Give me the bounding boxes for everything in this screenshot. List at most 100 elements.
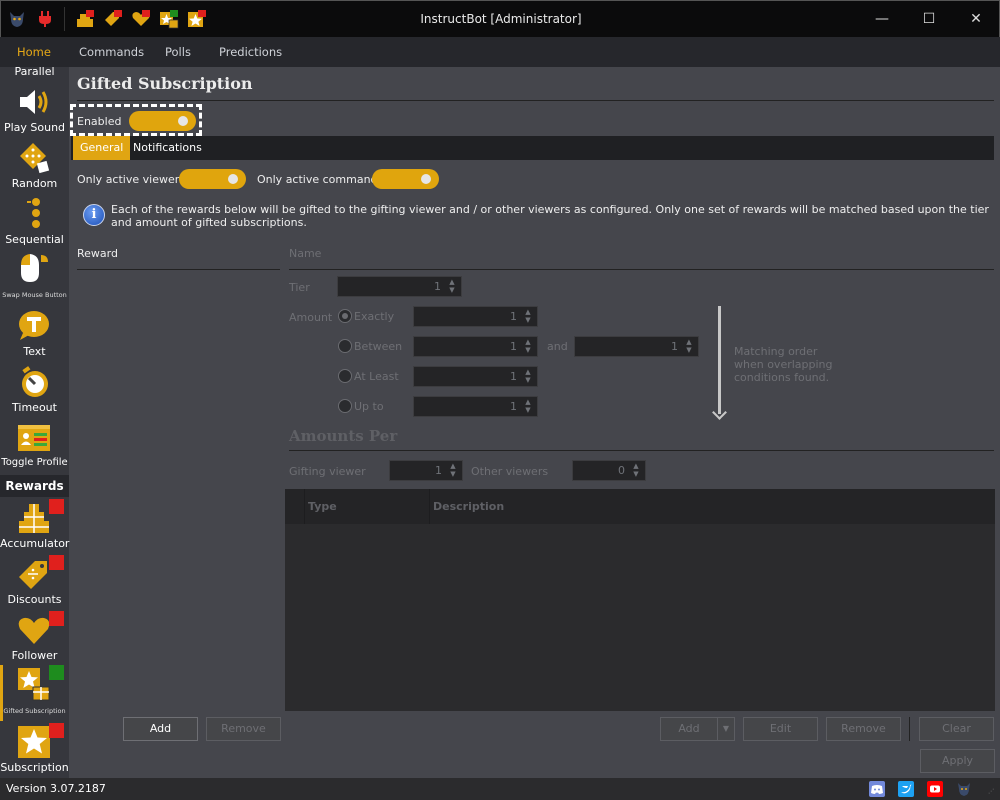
toggle-knob — [228, 174, 238, 184]
between-max-spinner[interactable]: 1 ▲ ▼ — [574, 336, 699, 357]
sidebar-item-parallel[interactable]: Parallel — [0, 65, 69, 78]
status-badge-red — [49, 723, 64, 738]
heart-icon — [18, 617, 50, 644]
sidebar-item-timeout[interactable]: Timeout — [0, 365, 69, 417]
gifting-viewer-spinner[interactable]: 1 ▲ ▼ — [389, 460, 463, 481]
up-to-value: 1 — [510, 400, 517, 413]
tier-spinner[interactable]: 1 ▲ ▼ — [337, 276, 462, 297]
column-type[interactable]: Type — [308, 500, 337, 513]
title-bar: InstructBot [Administrator] — ☐ ✕ — [0, 0, 1000, 37]
spinner-arrows-icon[interactable]: ▲ ▼ — [523, 398, 533, 414]
profile-toggle-icon — [18, 425, 50, 451]
close-button[interactable]: ✕ — [963, 7, 989, 31]
sidebar-item-gifted-subscription[interactable]: Gifted Subscription — [0, 665, 69, 721]
spinner-arrows-icon[interactable]: ▲ ▼ — [523, 368, 533, 384]
status-badge-red — [49, 611, 64, 626]
spinner-arrows-icon[interactable]: ▲ ▼ — [523, 308, 533, 324]
sidebar-item-random[interactable]: Random — [0, 141, 69, 193]
spinner-arrows-icon[interactable]: ▲ ▼ — [684, 338, 694, 354]
sidebar-label: Toggle Profile — [1, 457, 68, 468]
version-text: Version 3.07.2187 — [6, 782, 106, 795]
menu-commands[interactable]: Commands — [79, 45, 144, 59]
enabled-toggle[interactable] — [129, 111, 196, 131]
at-least-spinner[interactable]: 1 ▲ ▼ — [413, 366, 538, 387]
amount-label: Amount — [289, 311, 333, 324]
exactly-radio[interactable] — [338, 309, 352, 323]
sidebar-label: Swap Mouse Button — [2, 291, 67, 299]
reward-remove-button[interactable]: Remove — [206, 717, 281, 741]
tier-value: 1 — [434, 280, 441, 293]
tab-notifications[interactable]: Notifications — [126, 136, 209, 160]
star-icon — [18, 726, 50, 758]
reward-list[interactable] — [77, 272, 280, 710]
star-gift-icon — [18, 668, 50, 701]
other-viewers-spinner[interactable]: 0 ▲ ▼ — [572, 460, 646, 481]
tab-general[interactable]: General — [73, 136, 131, 160]
item-edit-button[interactable]: Edit — [743, 717, 818, 741]
sidebar-item-accumulator[interactable]: Accumulator — [0, 499, 69, 553]
column-divider — [304, 489, 305, 524]
button-separator — [909, 717, 910, 741]
menu-home[interactable]: Home — [17, 45, 51, 59]
sidebar[interactable]: Parallel Play Sound Random Sequential Sw… — [0, 65, 69, 778]
item-add-button[interactable]: Add — [660, 717, 718, 741]
spinner-arrows-icon[interactable]: ▲ ▼ — [448, 462, 458, 478]
bot-logo-icon[interactable] — [956, 781, 972, 797]
name-label: Name — [289, 247, 322, 260]
discord-icon[interactable] — [869, 781, 885, 797]
item-remove-button[interactable]: Remove — [826, 717, 901, 741]
amounts-per-title: Amounts Per — [289, 427, 398, 445]
sidebar-item-text[interactable]: Text — [0, 309, 69, 361]
sidebar-item-swap-mouse-button[interactable]: Swap Mouse Button — [0, 251, 69, 303]
rewards-grid[interactable]: Type Description — [285, 489, 995, 711]
up-to-radio[interactable] — [338, 399, 352, 413]
and-label: and — [547, 340, 568, 353]
status-badge-red — [49, 555, 64, 570]
sidebar-item-play-sound[interactable]: Play Sound — [0, 85, 69, 137]
sidebar-item-follower[interactable]: Follower — [0, 611, 69, 665]
sidebar-item-discounts[interactable]: Discounts — [0, 555, 69, 609]
sidebar-item-toggle-profile[interactable]: Toggle Profile — [0, 421, 69, 473]
sidebar-label: Discounts — [7, 593, 62, 606]
resize-grip-icon[interactable]: ⋰ — [988, 789, 996, 798]
menu-polls[interactable]: Polls — [165, 45, 191, 59]
sidebar-label: Timeout — [12, 401, 57, 414]
clear-button[interactable]: Clear — [919, 717, 994, 741]
sidebar-label: Text — [23, 345, 46, 358]
minimize-button[interactable]: — — [869, 7, 895, 31]
sequence-icon — [27, 198, 40, 228]
menu-predictions[interactable]: Predictions — [219, 45, 282, 59]
exactly-spinner[interactable]: 1 ▲ ▼ — [413, 306, 538, 327]
between-radio[interactable] — [338, 339, 352, 353]
column-description[interactable]: Description — [433, 500, 504, 513]
twitter-icon[interactable] — [898, 781, 914, 797]
only-active-commands-label: Only active commands — [257, 173, 384, 186]
up-to-label: Up to — [354, 400, 384, 413]
name-divider — [289, 269, 994, 270]
sidebar-item-sequential[interactable]: Sequential — [0, 197, 69, 249]
only-active-commands-toggle[interactable] — [372, 169, 439, 189]
rewards-header: Rewards — [0, 475, 69, 497]
exactly-value: 1 — [510, 310, 517, 323]
gifts-icon — [19, 504, 49, 533]
spinner-arrows-icon[interactable]: ▲ ▼ — [523, 338, 533, 354]
up-to-spinner[interactable]: 1 ▲ ▼ — [413, 396, 538, 417]
item-add-dropdown-icon[interactable]: ▼ — [717, 717, 735, 741]
at-least-radio[interactable] — [338, 369, 352, 383]
maximize-button[interactable]: ☐ — [916, 7, 942, 31]
spinner-arrows-icon[interactable]: ▲ ▼ — [447, 278, 457, 294]
sidebar-item-subscription[interactable]: Subscription — [0, 723, 69, 777]
sidebar-label: Accumulator — [0, 537, 70, 550]
between-min-spinner[interactable]: 1 ▲ ▼ — [413, 336, 538, 357]
sidebar-label: Subscription — [0, 761, 69, 774]
youtube-icon[interactable] — [927, 781, 943, 797]
at-least-value: 1 — [510, 370, 517, 383]
gifting-viewer-label: Gifting viewer — [289, 465, 366, 478]
spinner-arrows-icon[interactable]: ▲ ▼ — [631, 462, 641, 478]
reward-add-button[interactable]: Add — [123, 717, 198, 741]
tier-label: Tier — [289, 281, 310, 294]
apply-button[interactable]: Apply — [920, 749, 995, 773]
status-badge-red — [49, 499, 64, 514]
down-arrow-icon — [718, 306, 721, 414]
only-active-viewers-toggle[interactable] — [179, 169, 246, 189]
